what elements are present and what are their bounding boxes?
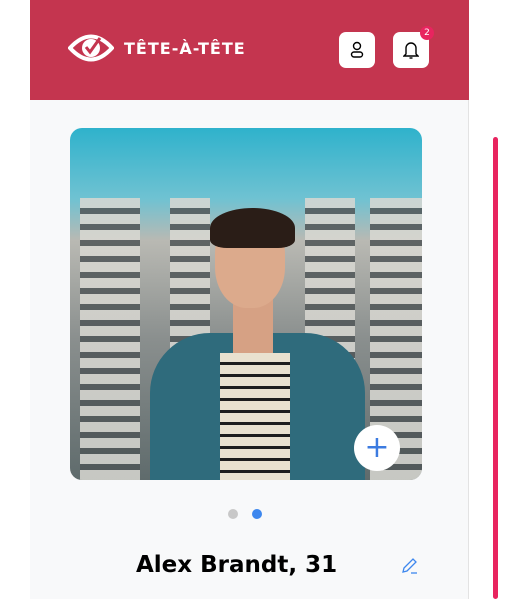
- eye-check-icon: [68, 34, 114, 62]
- bell-icon: [403, 42, 419, 59]
- profile-button[interactable]: [339, 32, 375, 68]
- plus-icon: +: [364, 430, 390, 465]
- edit-profile-button[interactable]: [400, 556, 420, 580]
- profile-name: Alex Brandt, 31: [136, 552, 338, 578]
- notifications-button[interactable]: 2: [393, 26, 434, 68]
- notification-badge: 2: [420, 26, 434, 40]
- pencil-icon: [402, 558, 417, 574]
- photo-pagination: [228, 509, 262, 519]
- add-photo-button[interactable]: +: [354, 425, 400, 471]
- user-icon: [350, 41, 364, 58]
- brand-name: TÊTE-À-TÊTE: [124, 38, 246, 58]
- logo[interactable]: TÊTE-À-TÊTE: [68, 33, 246, 63]
- app: TÊTE-À-TÊTE 2 + Alex Brandt, 31: [30, 0, 498, 599]
- header: TÊTE-À-TÊTE 2: [30, 0, 469, 100]
- pagination-dot[interactable]: [228, 509, 238, 519]
- scrollbar[interactable]: [493, 137, 498, 599]
- pagination-dot-active[interactable]: [252, 509, 262, 519]
